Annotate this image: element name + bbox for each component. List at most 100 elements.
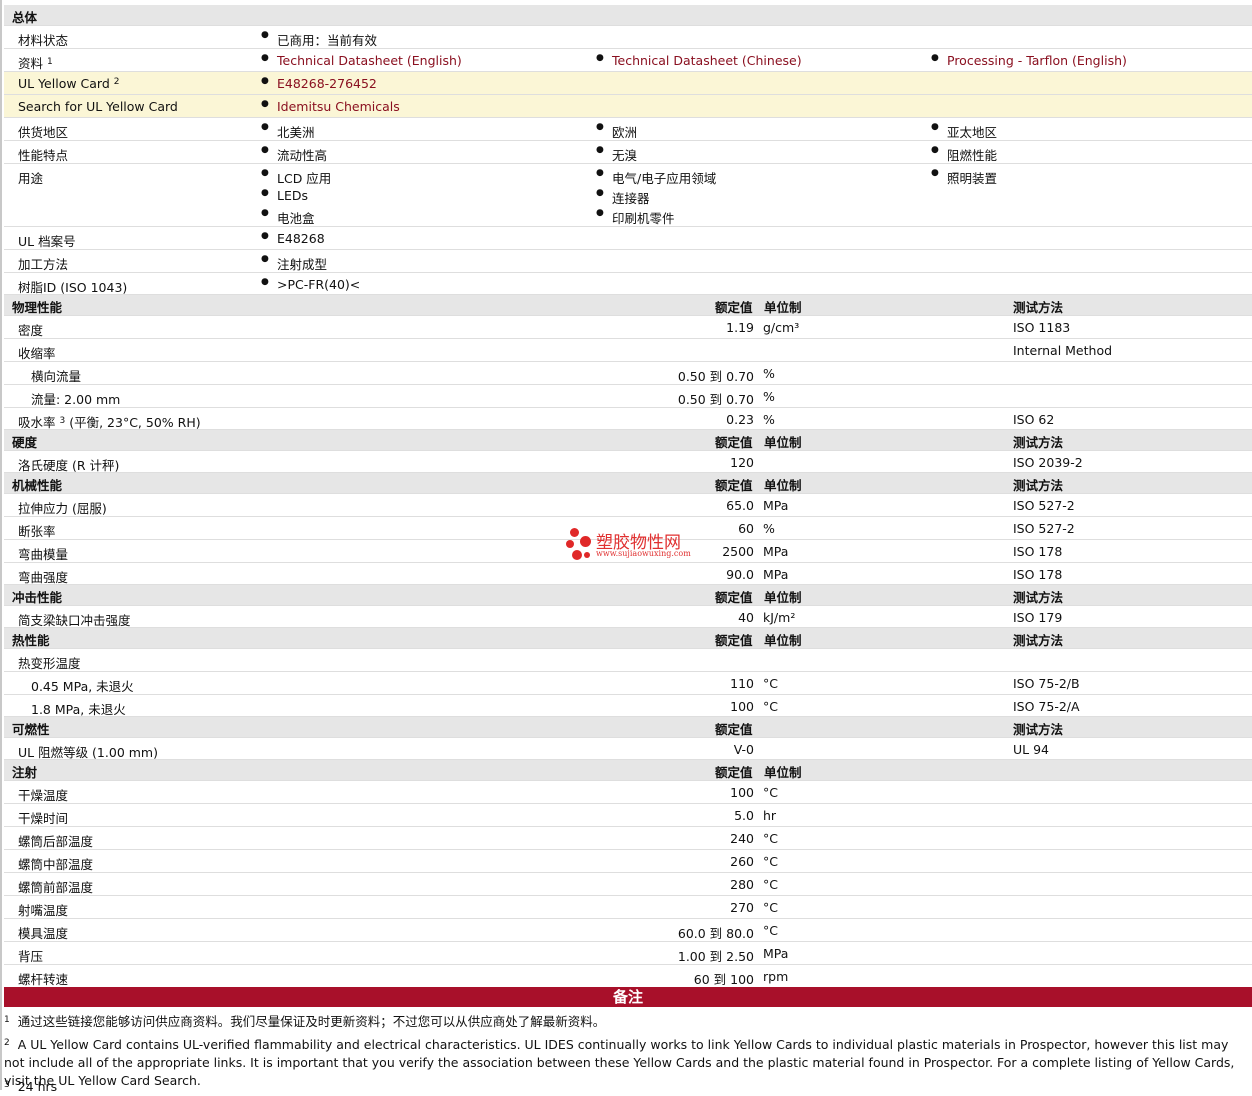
- use-item: LCD 应用: [261, 168, 331, 187]
- row-label: UL 阻燃等级 (1.00 mm): [18, 745, 158, 760]
- table-row: 收缩率 Internal Method: [4, 339, 1252, 362]
- col-header-method: 测试方法: [1013, 590, 1064, 605]
- row-value: 120: [730, 455, 754, 470]
- processing-guide-link[interactable]: Processing - Tarflon (English): [931, 53, 1127, 68]
- row-features: 性能特点 流动性高 无溴 阻燃性能: [4, 141, 1252, 164]
- row-method: ISO 527-2: [1013, 521, 1075, 536]
- section-title: 可燃性: [12, 722, 50, 737]
- row-unit: °C: [763, 699, 778, 714]
- table-row: 洛氏硬度 (R 计秤) 120 ISO 2039-2: [4, 451, 1252, 473]
- region-item: 欧洲: [596, 122, 637, 141]
- section-thermal-header: 热性能 额定值 单位制 测试方法: [4, 628, 1252, 649]
- table-row: 背压 1.00 到 2.50 MPa: [4, 942, 1252, 965]
- col-header-value: 额定值: [715, 765, 753, 780]
- row-ul-file: UL 档案号 E48268: [4, 227, 1252, 250]
- col-header-unit: 单位制: [764, 478, 802, 493]
- col-header-value: 额定值: [715, 300, 753, 315]
- row-unit: °C: [763, 923, 778, 938]
- datasheet-english-link[interactable]: Technical Datasheet (English): [261, 53, 462, 68]
- section-flammability-header: 可燃性 额定值 测试方法: [4, 717, 1252, 738]
- section-title: 机械性能: [12, 478, 63, 493]
- row-unit: °C: [763, 854, 778, 869]
- row-uses: 用途 LCD 应用 LEDs 电池盒 电气/电子应用领域 连接器 印刷机零件 照…: [4, 164, 1252, 227]
- col-header-value: 额定值: [715, 435, 753, 450]
- row-label: 流量: 2.00 mm: [31, 392, 121, 407]
- section-mechanical-header: 机械性能 额定值 单位制 测试方法: [4, 473, 1252, 494]
- section-title: 总体: [12, 10, 38, 25]
- section-title: 冲击性能: [12, 590, 63, 605]
- col-header-unit: 单位制: [764, 590, 802, 605]
- table-row: 弯曲强度 90.0 MPa ISO 178: [4, 563, 1252, 585]
- footnote-3: 3 24 hrs: [4, 1079, 58, 1094]
- table-row: 横向流量 0.50 到 0.70 %: [4, 362, 1252, 385]
- row-unit: MPa: [763, 946, 789, 961]
- row-value: 110: [730, 676, 754, 691]
- feature-item: 阻燃性能: [931, 145, 997, 164]
- row-regions: 供货地区 北美洲 欧洲 亚太地区: [4, 118, 1252, 141]
- use-item: 印刷机零件: [596, 208, 674, 227]
- col-header-value: 额定值: [715, 478, 753, 493]
- row-label: 加工方法: [18, 257, 69, 272]
- table-row: UL 阻燃等级 (1.00 mm) V-0 UL 94: [4, 738, 1252, 760]
- logo-dot: [570, 528, 579, 537]
- yellow-card-link[interactable]: E48268-276452: [261, 76, 377, 91]
- row-value: E48268: [261, 231, 325, 246]
- row-value: 0.50 到 0.70: [677, 369, 754, 384]
- row-unit: %: [763, 366, 775, 381]
- section-hardness-header: 硬度 额定值 单位制 测试方法: [4, 430, 1252, 451]
- row-value: 0.23: [726, 412, 754, 427]
- col-header-value: 额定值: [715, 590, 753, 605]
- row-value: V-0: [733, 742, 754, 757]
- supplier-link[interactable]: Idemitsu Chemicals: [261, 99, 400, 114]
- datasheet: 总体 材料状态 已商用：当前有效 资料 1 Technical Datashee…: [0, 0, 1252, 1094]
- table-row: 干燥时间 5.0 hr: [4, 804, 1252, 827]
- table-row: 螺筒中部温度 260 °C: [4, 850, 1252, 873]
- row-unit: rpm: [763, 969, 789, 984]
- row-label: 简支梁缺口冲击强度: [18, 613, 131, 628]
- row-value: 已商用：当前有效: [261, 30, 377, 49]
- row-value: 65.0: [726, 498, 754, 513]
- row-label: 用途: [18, 171, 44, 186]
- row-unit: MPa: [763, 498, 789, 513]
- row-unit: MPa: [763, 567, 789, 582]
- row-value: 60 到 100: [693, 972, 754, 987]
- row-unit: °C: [763, 785, 778, 800]
- col-header-method: 测试方法: [1013, 478, 1064, 493]
- section-physical-header: 物理性能 额定值 单位制 测试方法: [4, 295, 1252, 316]
- col-header-method: 测试方法: [1013, 300, 1064, 315]
- region-item: 北美洲: [261, 122, 314, 141]
- footnote-1: 1 通过这些链接您能够访问供应商资料。我们尽量保证及时更新资料；不过您可以从供应…: [4, 1014, 606, 1029]
- logo-dot: [584, 552, 590, 558]
- use-item: 照明装置: [931, 168, 997, 187]
- row-label: 弯曲强度: [18, 570, 69, 585]
- row-value: 2500: [722, 544, 754, 559]
- section-impact-header: 冲击性能 额定值 单位制 测试方法: [4, 585, 1252, 606]
- row-value: 90.0: [726, 567, 754, 582]
- col-header-unit: 单位制: [764, 435, 802, 450]
- feature-item: 流动性高: [261, 145, 327, 164]
- table-row: 模具温度 60.0 到 80.0 °C: [4, 919, 1252, 942]
- row-label: 收缩率: [18, 346, 56, 361]
- row-value: 100: [730, 785, 754, 800]
- table-row: 拉伸应力 (屈服) 65.0 MPa ISO 527-2: [4, 494, 1252, 517]
- row-label: 螺杆转速: [18, 972, 69, 987]
- row-unit: %: [763, 521, 775, 536]
- row-method: ISO 2039-2: [1013, 455, 1083, 470]
- row-label: 性能特点: [18, 148, 69, 163]
- region-item: 亚太地区: [931, 122, 997, 141]
- row-method: ISO 179: [1013, 610, 1063, 625]
- row-method: ISO 178: [1013, 567, 1063, 582]
- col-header-method: 测试方法: [1013, 722, 1064, 737]
- row-value: 0.50 到 0.70: [677, 392, 754, 407]
- row-method: Internal Method: [1013, 343, 1113, 358]
- row-method: ISO 527-2: [1013, 498, 1075, 513]
- table-row: 螺杆转速 60 到 100 rpm: [4, 965, 1252, 987]
- col-header-method: 测试方法: [1013, 435, 1064, 450]
- use-item: 连接器: [596, 188, 649, 207]
- section-title: 硬度: [12, 435, 38, 450]
- datasheet-chinese-link[interactable]: Technical Datasheet (Chinese): [596, 53, 802, 68]
- section-title: 热性能: [12, 633, 50, 648]
- row-label: UL 档案号: [18, 234, 76, 249]
- row-material-status: 材料状态 已商用：当前有效: [4, 26, 1252, 49]
- logo-dot: [580, 536, 591, 547]
